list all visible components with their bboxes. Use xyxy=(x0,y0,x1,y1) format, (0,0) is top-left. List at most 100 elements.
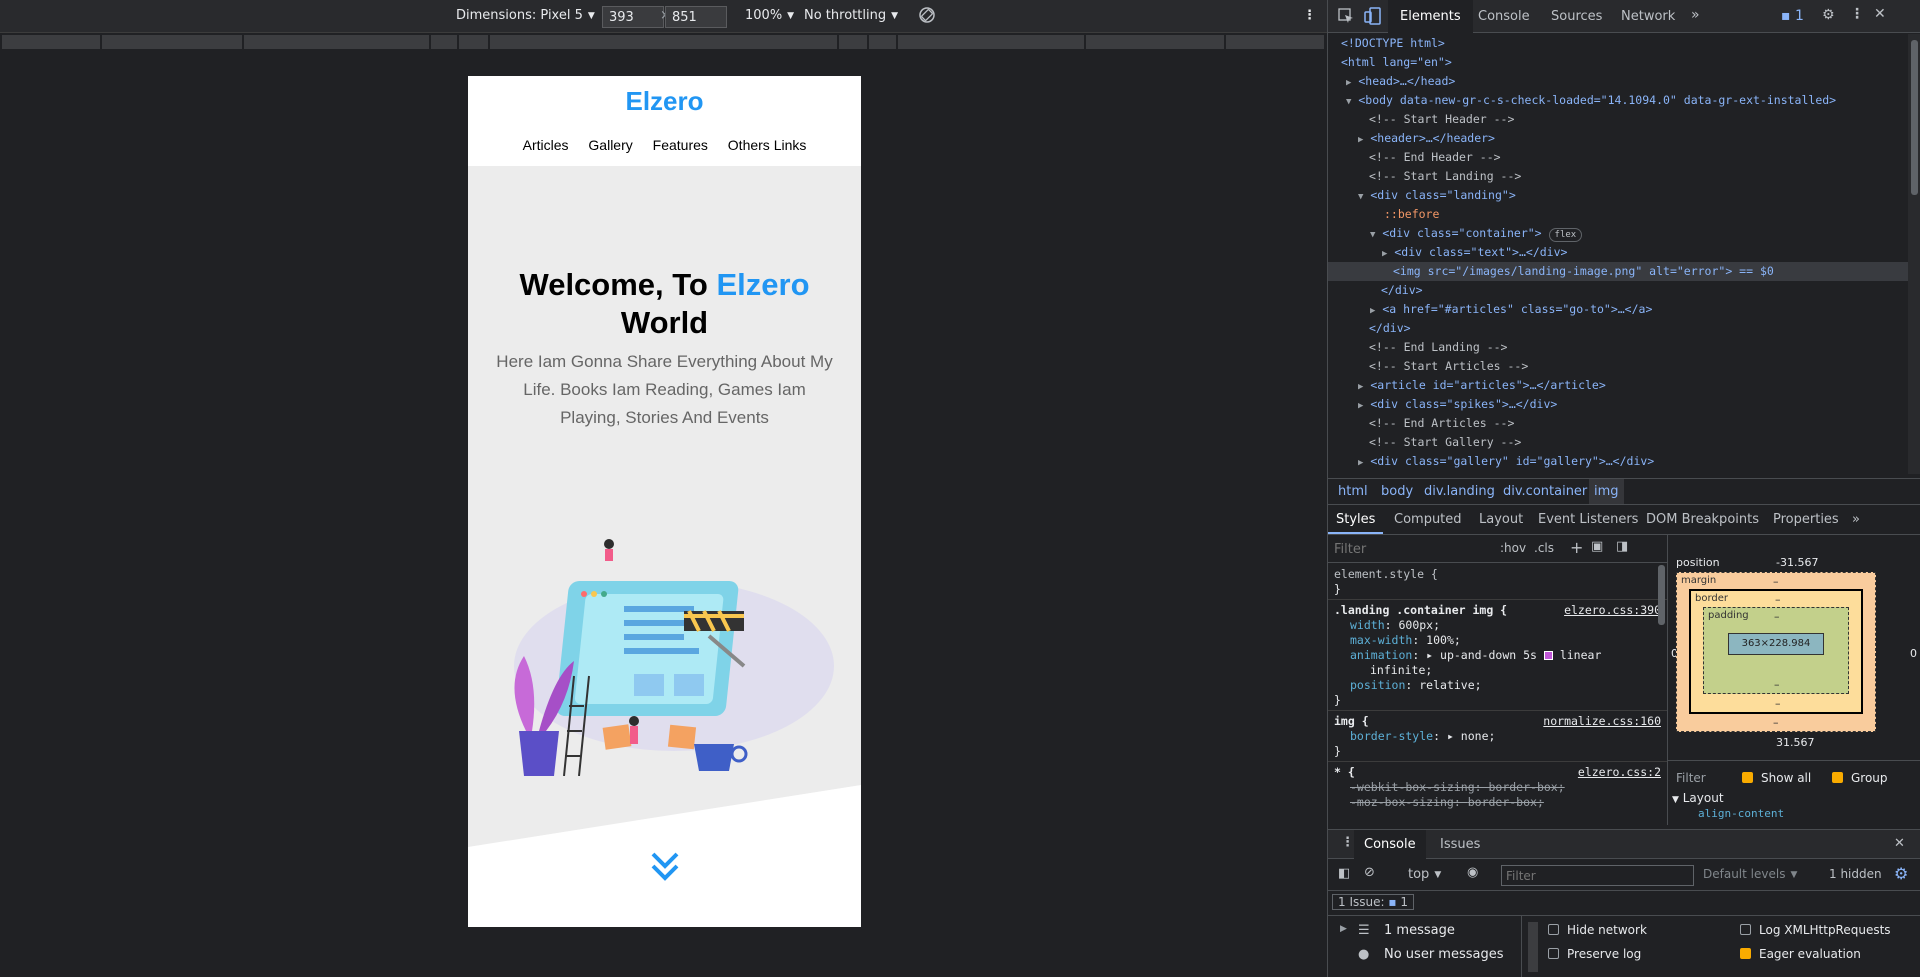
media-segment[interactable] xyxy=(244,35,430,49)
css-declaration-overridden[interactable]: -webkit-box-sizing: border-box; xyxy=(1350,780,1565,795)
close-drawer-icon[interactable]: ✕ xyxy=(1894,836,1905,851)
position-right-value[interactable]: 0 xyxy=(1910,647,1917,660)
paint-icon[interactable]: ▣ xyxy=(1591,539,1603,554)
media-segment[interactable] xyxy=(102,35,243,49)
nav-link-others[interactable]: Others Links xyxy=(728,137,807,153)
group-checkbox[interactable]: Group xyxy=(1832,771,1888,785)
media-segment[interactable] xyxy=(1086,35,1225,49)
dom-node[interactable]: ▶ <article id="articles">…</article> xyxy=(1328,376,1606,395)
dom-node[interactable]: <!-- End Header --> xyxy=(1328,148,1501,167)
dom-node[interactable]: ▼ <body data-new-gr-c-s-check-loaded="14… xyxy=(1328,91,1836,110)
cls-button[interactable]: .cls xyxy=(1534,541,1554,555)
collapse-arrow-icon[interactable]: ▼ xyxy=(1370,230,1375,240)
drawer-tab-console[interactable]: Console xyxy=(1354,830,1426,859)
styles-scrollbar-thumb[interactable] xyxy=(1658,565,1665,625)
nav-link-features[interactable]: Features xyxy=(653,137,708,153)
media-segment[interactable] xyxy=(898,35,1085,49)
element-style-selector[interactable]: element.style { xyxy=(1334,567,1438,582)
breadcrumb-container[interactable]: div.container xyxy=(1503,484,1587,499)
easing-swatch-icon[interactable] xyxy=(1543,651,1553,660)
dom-scrollbar[interactable] xyxy=(1908,34,1920,474)
css-declaration[interactable]: max-width: 100%; xyxy=(1350,633,1461,648)
drawer-menu-icon[interactable]: ⋮ xyxy=(1341,835,1354,850)
expand-arrow-icon[interactable]: ▶ xyxy=(1358,401,1363,411)
css-declaration[interactable]: position: relative; xyxy=(1350,678,1482,693)
computed-filter-input[interactable]: Filter xyxy=(1676,771,1706,785)
rule-source-link[interactable]: normalize.css:160 xyxy=(1543,714,1661,728)
zoom-dropdown[interactable]: 100% ▼ xyxy=(745,8,794,23)
media-segment[interactable] xyxy=(869,35,897,49)
css-declaration-overridden[interactable]: -moz-box-sizing: border-box; xyxy=(1350,795,1544,810)
media-query-ruler[interactable] xyxy=(0,33,1327,51)
rule-source-link[interactable]: elzero.css:2 xyxy=(1578,765,1661,779)
issues-button[interactable]: 1 Issue: ▪ 1 xyxy=(1332,894,1414,910)
media-segment[interactable] xyxy=(1226,35,1325,49)
user-message-summary[interactable]: No user messages xyxy=(1384,947,1504,962)
layout-section-header[interactable]: ▼ Layout xyxy=(1672,791,1724,805)
css-declaration[interactable]: border-style: ▸ none; xyxy=(1350,729,1495,744)
site-logo[interactable]: Elzero xyxy=(468,86,861,117)
gear-icon[interactable]: ⚙ xyxy=(1894,864,1908,883)
more-tabs-icon[interactable]: » xyxy=(1691,7,1700,23)
dom-node[interactable]: <!-- End Landing --> xyxy=(1328,338,1507,357)
drawer-tab-issues[interactable]: Issues xyxy=(1440,837,1480,852)
tab-network[interactable]: Network xyxy=(1621,9,1675,24)
media-segment[interactable] xyxy=(2,35,101,49)
dom-node[interactable]: <!DOCTYPE html> xyxy=(1328,34,1445,53)
tab-sources[interactable]: Sources xyxy=(1551,9,1602,24)
expand-arrow-icon[interactable]: ▶ xyxy=(1358,135,1363,145)
console-filter-input[interactable] xyxy=(1501,865,1694,886)
rotate-icon[interactable] xyxy=(918,6,936,28)
sidebar-toggle-icon[interactable]: ◧ xyxy=(1338,866,1350,881)
tab-event-listeners[interactable]: Event Listeners xyxy=(1538,512,1638,527)
default-levels-dropdown[interactable]: Default levels ▼ xyxy=(1703,867,1797,881)
more-options-icon[interactable]: ⋮ xyxy=(1303,8,1316,23)
inspect-element-icon[interactable] xyxy=(1338,8,1354,28)
dom-node[interactable]: <!-- Start Landing --> xyxy=(1328,167,1521,186)
dom-node[interactable]: </div> xyxy=(1328,281,1423,300)
dom-node-selected[interactable]: <img src="/images/landing-image.png" alt… xyxy=(1328,262,1908,281)
collapse-arrow-icon[interactable]: ▼ xyxy=(1346,97,1351,107)
hov-button[interactable]: :hov xyxy=(1500,541,1526,555)
rule-selector[interactable]: .landing .container img { xyxy=(1334,603,1507,618)
breadcrumb-body[interactable]: body xyxy=(1381,484,1413,499)
nav-link-articles[interactable]: Articles xyxy=(523,137,569,153)
throttling-dropdown[interactable]: No throttling ▼ xyxy=(804,8,898,23)
device-width-input[interactable] xyxy=(602,6,664,28)
expand-arrow-icon[interactable]: ▶ xyxy=(1346,78,1351,88)
media-segment[interactable] xyxy=(431,35,458,49)
dom-node[interactable]: <!-- Start Gallery --> xyxy=(1328,433,1521,452)
eye-icon[interactable]: ◉ xyxy=(1467,865,1478,880)
expand-arrow-icon[interactable]: ▶ xyxy=(1358,382,1363,392)
css-declaration[interactable]: width: 600px; xyxy=(1350,618,1440,633)
sidebar-toggle-icon[interactable]: ◨ xyxy=(1616,539,1628,554)
dom-node[interactable]: ▼ <div class="landing"> xyxy=(1328,186,1516,205)
gear-icon[interactable]: ⚙ xyxy=(1822,7,1835,23)
rule-selector[interactable]: img { xyxy=(1334,714,1369,729)
dom-node[interactable]: <!-- End Articles --> xyxy=(1328,414,1514,433)
tab-properties[interactable]: Properties xyxy=(1773,512,1839,527)
context-dropdown[interactable]: top ▼ xyxy=(1408,867,1441,882)
dom-node[interactable]: ▼ <div class="container"> flex xyxy=(1328,224,1583,243)
message-summary[interactable]: 1 message xyxy=(1384,923,1455,938)
dom-node[interactable]: <html lang="en"> xyxy=(1328,53,1452,72)
breadcrumb-img[interactable]: img xyxy=(1589,479,1624,504)
tab-layout[interactable]: Layout xyxy=(1479,512,1523,527)
more-options-icon[interactable]: ⋮ xyxy=(1850,6,1864,22)
margin-box[interactable]: margin – – border – – padding – – 363×22… xyxy=(1676,572,1876,732)
show-all-checkbox[interactable]: Show all xyxy=(1742,771,1811,785)
hide-network-checkbox[interactable]: Hide network xyxy=(1548,923,1647,937)
media-segment[interactable] xyxy=(839,35,868,49)
flex-badge[interactable]: flex xyxy=(1548,228,1583,242)
dom-node[interactable]: </div> xyxy=(1328,319,1411,338)
dom-tree[interactable]: <!DOCTYPE html> <html lang="en"> ▶ <head… xyxy=(1328,34,1908,474)
more-tabs-icon[interactable]: » xyxy=(1852,512,1860,527)
nav-link-gallery[interactable]: Gallery xyxy=(588,137,632,153)
close-icon[interactable]: ✕ xyxy=(1874,6,1886,22)
log-xhr-checkbox[interactable]: Log XMLHttpRequests xyxy=(1740,923,1891,937)
styles-filter-input[interactable] xyxy=(1332,539,1492,559)
eager-evaluation-checkbox[interactable]: Eager evaluation xyxy=(1740,947,1861,961)
css-declaration[interactable]: animation: ▸ up-and-down 5s linear xyxy=(1350,648,1601,663)
dom-node[interactable]: <!-- Start Header --> xyxy=(1328,110,1514,129)
clear-console-icon[interactable]: ⊘ xyxy=(1364,865,1375,880)
